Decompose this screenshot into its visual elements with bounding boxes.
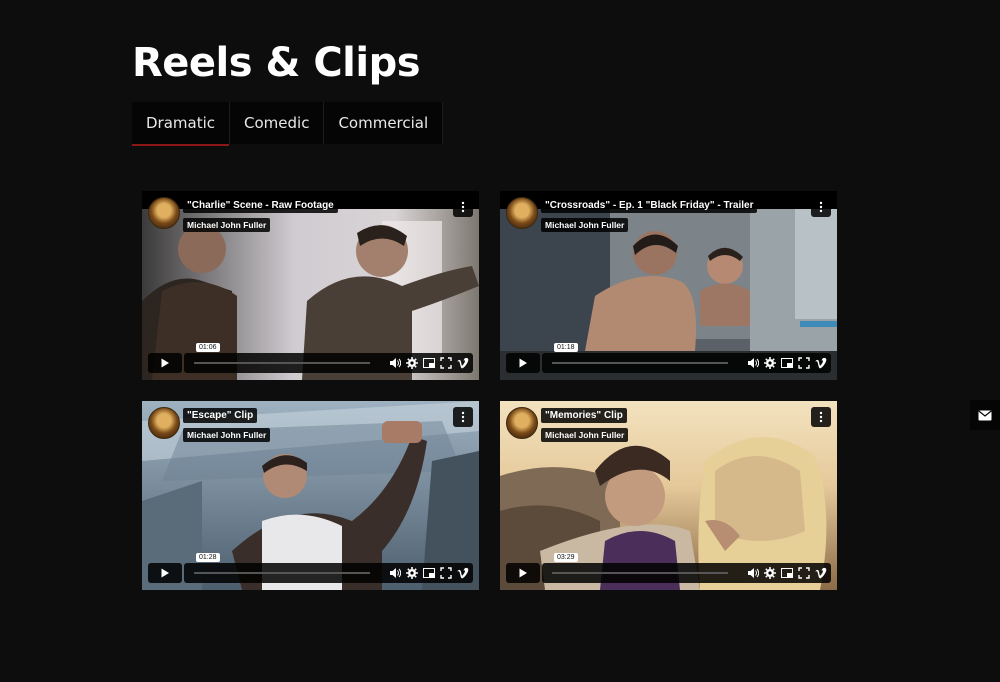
control-bar: 01:28 xyxy=(184,553,473,583)
video-author[interactable]: Michael John Fuller xyxy=(541,218,629,232)
picture-in-picture-icon[interactable] xyxy=(423,357,435,369)
author-avatar[interactable] xyxy=(148,407,180,439)
play-icon xyxy=(519,358,527,368)
volume-icon[interactable] xyxy=(389,567,401,579)
gear-icon[interactable] xyxy=(764,357,776,369)
fullscreen-icon[interactable] xyxy=(798,567,810,579)
gear-icon[interactable] xyxy=(406,567,418,579)
progress-bar[interactable]: 01:28 xyxy=(194,553,370,574)
page-title: Reels & Clips xyxy=(132,40,421,86)
author-avatar[interactable] xyxy=(506,197,538,229)
more-vertical-icon[interactable] xyxy=(453,197,473,217)
vimeo-logo-icon[interactable] xyxy=(457,357,469,369)
video-player-crossroads[interactable]: "Crossroads" - Ep. 1 "Black Friday" - Tr… xyxy=(500,191,837,380)
tab-comedic[interactable]: Comedic xyxy=(230,102,325,144)
video-title[interactable]: "Escape" Clip xyxy=(183,408,258,423)
video-grid: "Charlie" Scene - Raw Footage Michael Jo… xyxy=(142,191,837,590)
control-bar: 01:18 xyxy=(542,343,831,373)
fullscreen-icon[interactable] xyxy=(440,567,452,579)
control-bar: 01:06 xyxy=(184,343,473,373)
play-button[interactable] xyxy=(506,563,540,583)
video-player-escape[interactable]: "Escape" Clip Michael John Fuller 01:28 xyxy=(142,401,479,590)
contact-mail-button[interactable] xyxy=(970,400,1000,430)
fullscreen-icon[interactable] xyxy=(798,357,810,369)
vimeo-logo-icon[interactable] xyxy=(457,567,469,579)
picture-in-picture-icon[interactable] xyxy=(781,567,793,579)
play-icon xyxy=(161,568,169,578)
play-button[interactable] xyxy=(506,353,540,373)
more-vertical-icon[interactable] xyxy=(811,197,831,217)
tab-dramatic[interactable]: Dramatic xyxy=(132,102,231,146)
video-title[interactable]: "Memories" Clip xyxy=(541,408,627,423)
video-title[interactable]: "Charlie" Scene - Raw Footage xyxy=(183,198,338,213)
author-avatar[interactable] xyxy=(148,197,180,229)
picture-in-picture-icon[interactable] xyxy=(781,357,793,369)
progress-bar[interactable]: 03:29 xyxy=(552,553,728,574)
time-display: 01:06 xyxy=(196,343,220,352)
control-bar: 03:29 xyxy=(542,553,831,583)
play-icon xyxy=(161,358,169,368)
picture-in-picture-icon[interactable] xyxy=(423,567,435,579)
mail-icon xyxy=(978,410,992,420)
progress-bar[interactable]: 01:06 xyxy=(194,343,370,364)
video-player-memories[interactable]: "Memories" Clip Michael John Fuller 03:2… xyxy=(500,401,837,590)
volume-icon[interactable] xyxy=(747,567,759,579)
volume-icon[interactable] xyxy=(389,357,401,369)
tab-commercial[interactable]: Commercial xyxy=(324,102,444,144)
more-vertical-icon[interactable] xyxy=(811,407,831,427)
fullscreen-icon[interactable] xyxy=(440,357,452,369)
author-avatar[interactable] xyxy=(506,407,538,439)
category-tabs: Dramatic Comedic Commercial xyxy=(132,102,444,146)
video-player-charlie[interactable]: "Charlie" Scene - Raw Footage Michael Jo… xyxy=(142,191,479,380)
play-icon xyxy=(519,568,527,578)
progress-bar[interactable]: 01:18 xyxy=(552,343,728,364)
volume-icon[interactable] xyxy=(747,357,759,369)
gear-icon[interactable] xyxy=(406,357,418,369)
more-vertical-icon[interactable] xyxy=(453,407,473,427)
video-title[interactable]: "Crossroads" - Ep. 1 "Black Friday" - Tr… xyxy=(541,198,758,213)
play-button[interactable] xyxy=(148,353,182,373)
gear-icon[interactable] xyxy=(764,567,776,579)
video-author[interactable]: Michael John Fuller xyxy=(541,428,629,442)
time-display: 03:29 xyxy=(554,553,578,562)
time-display: 01:18 xyxy=(554,343,578,352)
vimeo-logo-icon[interactable] xyxy=(815,567,827,579)
vimeo-logo-icon[interactable] xyxy=(815,357,827,369)
video-author[interactable]: Michael John Fuller xyxy=(183,428,271,442)
time-display: 01:28 xyxy=(196,553,220,562)
video-author[interactable]: Michael John Fuller xyxy=(183,218,271,232)
play-button[interactable] xyxy=(148,563,182,583)
